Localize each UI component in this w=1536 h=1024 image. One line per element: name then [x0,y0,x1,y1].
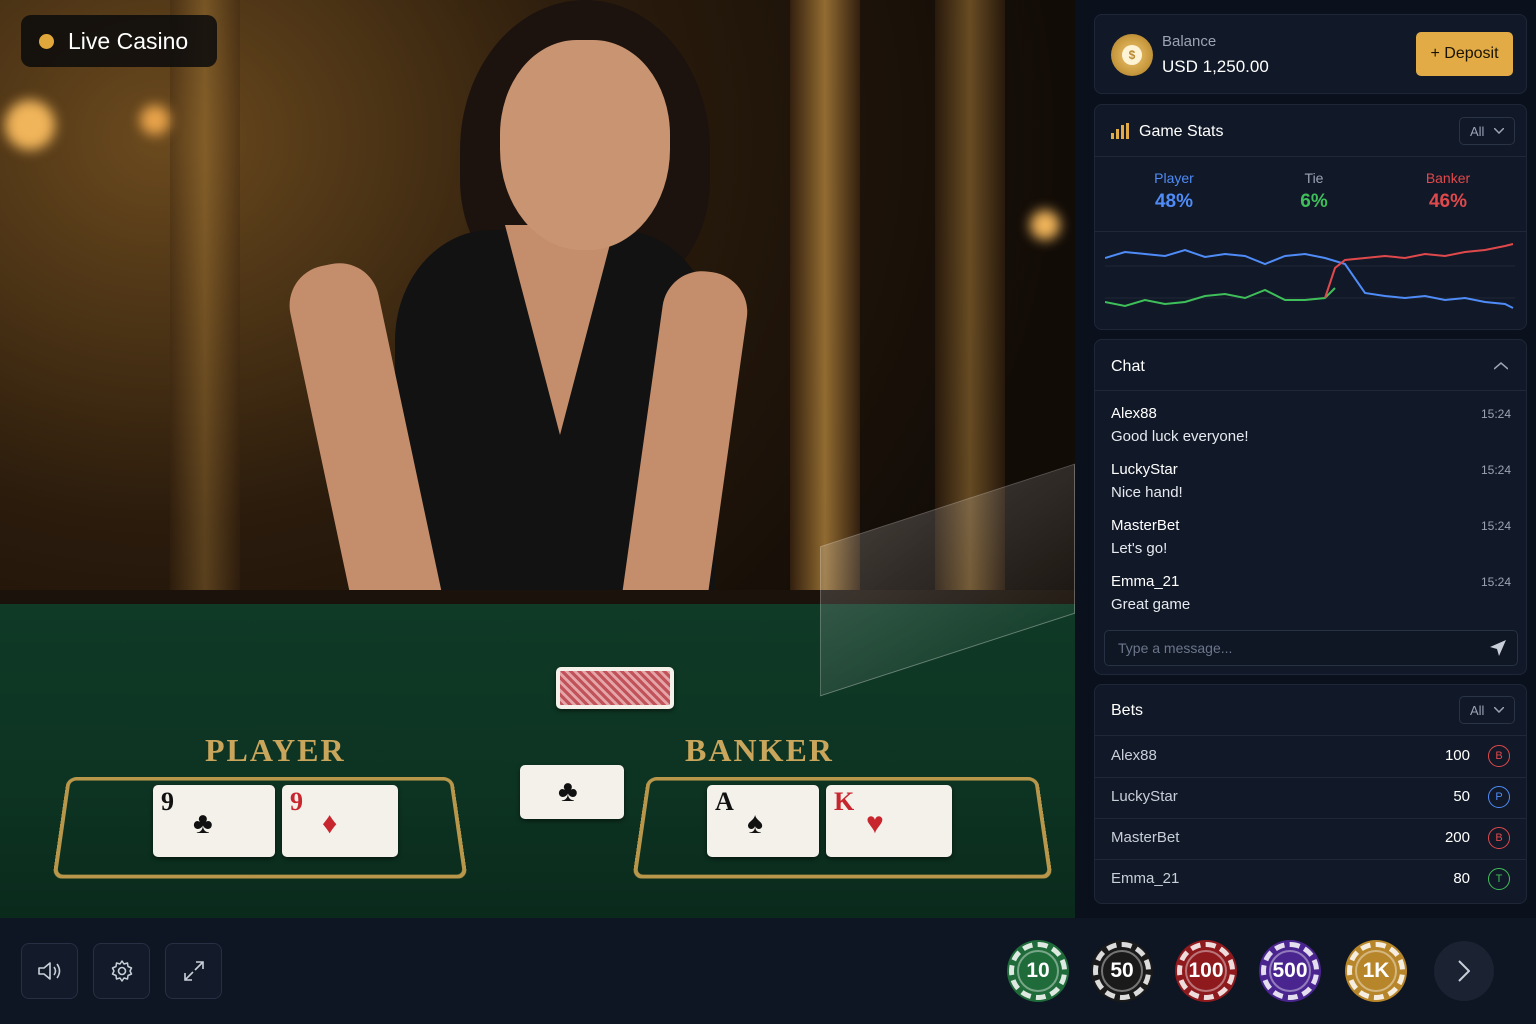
bets-title: Bets [1111,702,1144,719]
live-indicator-dot [39,33,54,49]
bet-row: Emma_21 80 T [1095,859,1526,900]
chat-message-input[interactable]: Type a message... [1104,630,1518,666]
chat-text: Let's go! [1111,540,1168,557]
chat-message: Emma_21 Great game 15:24 [1111,573,1511,613]
bets-panel: Bets All Alex88 100 B LuckyStar 50 P Mas… [1094,684,1527,904]
chat-user: LuckyStar [1111,461,1178,478]
chat-time: 15:24 [1480,407,1511,421]
banker-card-1: A ♠ [707,785,819,857]
bet-type-badge: T [1488,868,1510,890]
chat-message: MasterBet Let's go! 15:24 [1111,517,1511,557]
tie-trend-line [1105,287,1336,308]
live-casino-badge: Live Casino [21,15,217,67]
fullscreen-button[interactable] [165,943,222,999]
stat-tie-value: 6% [1300,191,1328,212]
chat-user: Alex88 [1111,405,1157,422]
bet-amount: 80 [1453,870,1470,887]
settings-button[interactable] [93,943,150,999]
banker-card-2: K ♥ [826,785,952,857]
chat-text: Great game [1111,596,1191,613]
stat-player: Player 48% [1124,170,1224,213]
send-icon[interactable] [1489,639,1507,657]
chevron-up-icon[interactable] [1494,362,1508,370]
bet-user: LuckyStar [1111,788,1178,805]
bet-amount: 200 [1444,829,1470,846]
live-casino-app: PLAYER BANKER 9 ♣ 9 ♦ A ♠ K ♥ ♣ Live Casino … [0,0,1536,1024]
balance-label: Balance [1162,33,1217,50]
dealt-card: ♣ [520,765,624,819]
banker-trend-line [1324,243,1514,299]
deposit-button[interactable]: + Deposit [1416,32,1513,76]
sound-button[interactable] [21,943,78,999]
bet-type-badge: B [1488,745,1510,767]
coin-icon: $ [1111,34,1153,76]
chip-10[interactable]: 10 [1007,940,1069,1002]
stat-player-value: 48% [1154,191,1194,212]
bet-user: Alex88 [1111,747,1157,764]
live-casino-title: Live Casino [68,27,189,54]
stat-player-label: Player [1154,170,1194,186]
bet-row: MasterBet 200 B [1095,818,1526,859]
face-down-card [556,667,674,709]
chevron-down-icon [1494,707,1505,713]
chat-time: 15:24 [1480,519,1511,533]
live-video-stream: PLAYER BANKER 9 ♣ 9 ♦ A ♠ K ♥ ♣ Live Casino [0,0,1075,918]
bet-amount: 100 [1444,747,1470,764]
chip-100[interactable]: 100 [1175,940,1237,1002]
chip-1k[interactable]: 1K [1345,940,1407,1002]
banker-label: BANKER [685,732,834,768]
stat-banker-value: 46% [1428,191,1468,212]
bar-chart-icon [1111,123,1129,139]
bet-type-badge: B [1488,827,1510,849]
chat-time: 15:24 [1480,575,1511,589]
bet-type-badge: P [1488,786,1510,808]
chip-500[interactable]: 500 [1259,940,1321,1002]
chat-input-placeholder: Type a message... [1118,640,1233,656]
speaker-icon [37,962,60,980]
stats-filter-select[interactable]: All [1459,117,1515,145]
next-chips-button[interactable] [1434,941,1494,1001]
chat-text: Nice hand! [1111,484,1183,501]
game-stats-title: Game Stats [1139,123,1224,140]
chat-user: Emma_21 [1111,573,1180,590]
stats-trend-chart [1105,243,1515,309]
chat-message: Alex88 Good luck everyone! 15:24 [1111,405,1511,445]
chat-text: Good luck everyone! [1111,428,1249,445]
stat-tie-label: Tie [1304,170,1324,186]
bet-row: LuckyStar 50 P [1095,777,1526,818]
player-card-2: 9 ♦ [282,785,398,857]
expand-icon [183,961,204,981]
chevron-down-icon [1494,128,1505,134]
bets-filter-select[interactable]: All [1459,696,1515,724]
bet-amount: 50 [1453,788,1470,805]
bet-row: Alex88 100 B [1095,736,1526,777]
bet-user: Emma_21 [1111,870,1180,887]
stat-banker-label: Banker [1425,170,1471,186]
bet-user: MasterBet [1111,829,1180,846]
chat-title: Chat [1111,358,1145,375]
chat-time: 15:24 [1480,463,1511,477]
chevron-right-icon [1458,960,1470,982]
chip-50[interactable]: 50 [1091,940,1153,1002]
player-card-1: 9 ♣ [153,785,275,857]
chat-message: LuckyStar Nice hand! 15:24 [1111,461,1511,501]
chat-user: MasterBet [1111,517,1180,534]
gear-icon [111,960,132,982]
stat-banker: Banker 46% [1398,170,1498,213]
chat-panel: Chat Alex88 Good luck everyone! 15:24 Lu… [1094,339,1527,675]
player-label: PLAYER [205,732,346,768]
balance-panel: $ Balance USD 1,250.00 + Deposit [1094,14,1527,94]
balance-value: USD 1,250.00 [1162,57,1269,76]
stat-tie: Tie 6% [1264,170,1364,213]
